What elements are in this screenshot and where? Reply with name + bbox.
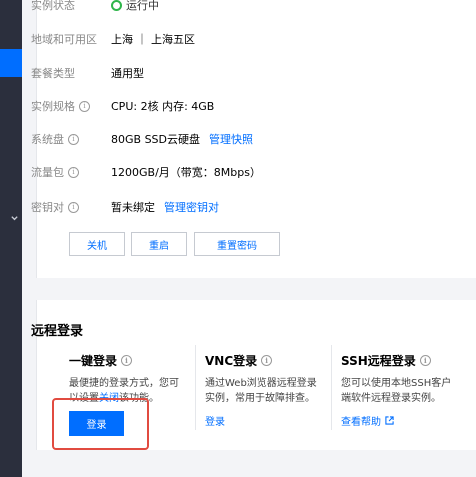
keypair-row: 密钥对 i 暂未绑定 管理密钥对 bbox=[31, 198, 219, 216]
restart-button[interactable]: 重启 bbox=[131, 232, 187, 256]
vnc-login-title: VNC登录 i bbox=[205, 352, 273, 369]
plan-label: 套餐类型 bbox=[31, 67, 75, 80]
running-status-icon bbox=[111, 0, 122, 11]
keypair-label: 密钥对 bbox=[31, 201, 64, 214]
disk-label: 系统盘 bbox=[31, 133, 64, 146]
vnc-login-desc: 通过Web浏览器远程登录 实例，常用于故障排查。 bbox=[205, 378, 317, 404]
spec-label: 实例规格 bbox=[31, 100, 75, 113]
region-label: 地域和可用区 bbox=[31, 33, 97, 46]
disk-row: 系统盘 i 80GB SSD云硬盘 管理快照 bbox=[31, 130, 253, 148]
info-icon[interactable]: i bbox=[79, 100, 90, 112]
region-value: 上海 ｜ 上海五区 bbox=[111, 33, 195, 46]
vnc-login-link[interactable]: 登录 bbox=[205, 413, 225, 428]
spec-row: 实例规格 i CPU: 2核 内存: 4GB bbox=[31, 97, 214, 115]
plan-row: 套餐类型 通用型 bbox=[31, 64, 144, 82]
ssh-help-link[interactable]: 查看帮助 bbox=[341, 413, 394, 428]
info-icon[interactable]: i bbox=[261, 355, 273, 366]
sidebar-active-item[interactable] bbox=[0, 49, 22, 77]
traffic-value: 1200GB/月（带宽：8Mbps） bbox=[111, 166, 261, 179]
sidebar bbox=[0, 0, 22, 477]
external-link-icon bbox=[385, 416, 394, 425]
info-icon[interactable]: i bbox=[419, 355, 431, 366]
region-row: 地域和可用区 上海 ｜ 上海五区 bbox=[31, 30, 195, 48]
divider bbox=[195, 345, 196, 430]
info-icon[interactable]: i bbox=[121, 355, 133, 366]
highlight-box bbox=[52, 398, 149, 450]
one-click-login-title: 一键登录 i bbox=[69, 352, 133, 369]
info-icon[interactable]: i bbox=[68, 133, 79, 145]
status-label: 实例状态 bbox=[31, 0, 75, 12]
disk-value: 80GB SSD云硬盘 bbox=[111, 133, 200, 146]
info-icon[interactable]: i bbox=[68, 201, 79, 213]
divider bbox=[331, 345, 332, 430]
shutdown-button[interactable]: 关机 bbox=[69, 232, 125, 256]
status-value: 运行中 bbox=[126, 0, 159, 12]
remote-login-title: 远程登录 bbox=[31, 324, 84, 339]
plan-value: 通用型 bbox=[111, 67, 144, 80]
keypair-value: 暂未绑定 bbox=[111, 201, 155, 214]
info-icon[interactable]: i bbox=[68, 166, 79, 178]
reset-password-button[interactable]: 重置密码 bbox=[194, 232, 280, 256]
ssh-login-title: SSH远程登录 i bbox=[341, 352, 431, 369]
traffic-label: 流量包 bbox=[31, 166, 64, 179]
status-row: 实例状态 运行中 bbox=[31, 0, 159, 14]
ssh-login-desc: 您可以使用本地SSH客户 端软件远程登录实例。 bbox=[341, 378, 452, 404]
spec-value: CPU: 2核 内存: 4GB bbox=[111, 100, 215, 113]
traffic-row: 流量包 i 1200GB/月（带宽：8Mbps） bbox=[31, 163, 261, 181]
manage-keypair-link[interactable]: 管理密钥对 bbox=[164, 199, 219, 215]
chevron-down-icon[interactable] bbox=[10, 214, 19, 223]
manage-snapshot-link[interactable]: 管理快照 bbox=[209, 131, 253, 147]
